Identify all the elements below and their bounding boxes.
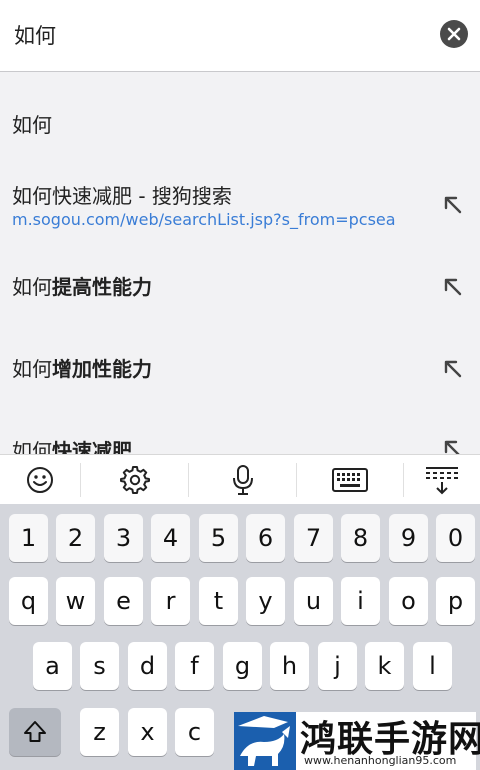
key-l[interactable]: l [413,642,452,690]
key-6[interactable]: 6 [246,514,285,562]
suggestion-item[interactable]: 如何增加性能力 [0,335,480,417]
key-i[interactable]: i [341,577,380,625]
key-p[interactable]: p [436,577,475,625]
watermark-logo [234,712,296,770]
search-bar [0,0,480,72]
key-f[interactable]: f [175,642,214,690]
key-1[interactable]: 1 [9,514,48,562]
fill-query-arrow-icon[interactable] [442,438,464,454]
suggestion-text: 如何提高性能力 [12,275,152,299]
key-d[interactable]: d [128,642,167,690]
key-5[interactable]: 5 [199,514,238,562]
watermark-url: www.henanhonglian95.com [304,754,457,767]
settings-button[interactable] [81,455,188,505]
suggestion-item[interactable]: 如何提高性能力 [0,253,480,335]
key-j[interactable]: j [318,642,357,690]
suggestion-text: 如何 [12,113,52,137]
key-k[interactable]: k [365,642,404,690]
emoji-button[interactable] [0,455,80,505]
suggestion-url: m.sogou.com/web/searchList.jsp?s_from=pc… [12,210,396,229]
suggestion-list: 如何 如何快速减肥 - 搜狗搜索 m.sogou.com/web/searchL… [0,73,480,454]
key-h[interactable]: h [270,642,309,690]
key-r[interactable]: r [151,577,190,625]
clear-search-button[interactable] [440,20,468,48]
site-watermark: 鸿联手游网 www.henanhonglian95.com [234,712,480,770]
key-8[interactable]: 8 [341,514,380,562]
shift-key[interactable] [9,708,61,756]
fill-query-arrow-icon[interactable] [442,358,464,380]
suggestion-text: 如何快速减肥 - 搜狗搜索 [12,184,232,208]
suggestion-item[interactable]: 如何 [0,73,480,163]
keyboard-switch-button[interactable] [297,455,403,505]
key-o[interactable]: o [389,577,428,625]
microphone-icon [232,465,253,495]
key-a[interactable]: a [33,642,72,690]
key-c[interactable]: c [175,708,214,756]
suggestion-item[interactable]: 如何快速减肥 [0,417,480,454]
voice-input-button[interactable] [189,455,296,505]
key-3[interactable]: 3 [104,514,143,562]
key-t[interactable]: t [199,577,238,625]
key-y[interactable]: y [246,577,285,625]
key-z[interactable]: z [80,708,119,756]
key-2[interactable]: 2 [56,514,95,562]
gear-icon [119,466,150,494]
emoji-icon [27,467,53,493]
key-7[interactable]: 7 [294,514,333,562]
key-s[interactable]: s [80,642,119,690]
hide-keyboard-button[interactable] [404,455,480,505]
collapse-keyboard-icon [426,467,458,495]
key-q[interactable]: q [9,577,48,625]
key-w[interactable]: w [56,577,95,625]
key-u[interactable]: u [294,577,333,625]
search-input[interactable] [14,20,414,50]
key-9[interactable]: 9 [389,514,428,562]
fill-query-arrow-icon[interactable] [442,276,464,298]
shift-icon [24,721,46,742]
key-e[interactable]: e [104,577,143,625]
key-x[interactable]: x [128,708,167,756]
keyboard-toolbar [0,454,480,505]
suggestion-text: 如何快速减肥 [12,439,132,454]
key-g[interactable]: g [223,642,262,690]
keyboard-icon [332,468,368,492]
fill-query-arrow-icon[interactable] [442,194,464,216]
close-icon [447,27,461,41]
key-0[interactable]: 0 [436,514,475,562]
suggestion-item[interactable]: 如何快速减肥 - 搜狗搜索 m.sogou.com/web/searchList… [0,163,480,253]
key-4[interactable]: 4 [151,514,190,562]
suggestion-text: 如何增加性能力 [12,357,152,381]
